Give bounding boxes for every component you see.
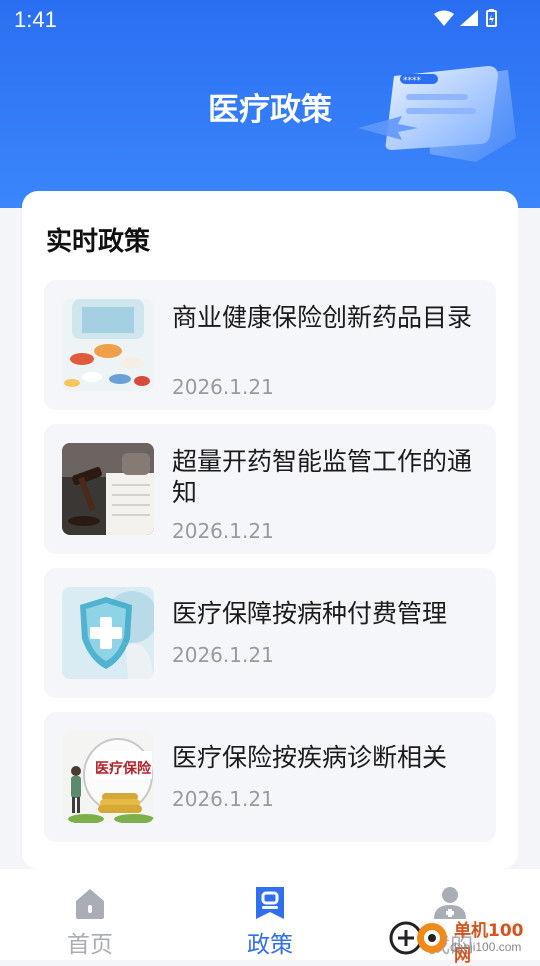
medical-shield-image: [62, 587, 154, 679]
policy-date: 2026.1.21: [172, 375, 274, 399]
policy-date: 2026.1.21: [172, 643, 274, 667]
tab-policy-label: 政策: [247, 932, 293, 958]
policy-item[interactable]: 医疗保障按病种付费管理 2026.1.21: [44, 568, 496, 698]
policy-title: 超量开药智能监管工作的通知: [172, 447, 472, 507]
policy-date: 2026.1.21: [172, 787, 274, 811]
policy-card: 实时政策 商业健康保险创新药品目录 2026.1.21 超量开药智能监管工作的通…: [22, 191, 518, 869]
header-banner: 1:41 医疗政策 ****: [0, 0, 540, 208]
status-time: 1:41: [14, 7, 57, 32]
policy-title: 医疗保险按疾病诊断相关: [172, 743, 448, 772]
status-icons: [434, 9, 497, 27]
signal-icon: [460, 10, 478, 26]
policy-item[interactable]: 商业健康保险创新药品目录 2026.1.21: [44, 280, 496, 410]
wifi-icon: [434, 10, 454, 26]
section-title: 实时政策: [46, 227, 151, 257]
pills-image: [62, 299, 154, 391]
policy-icon: [256, 887, 284, 919]
home-icon: [76, 889, 104, 919]
watermark: 单机100网 danji100.com: [388, 912, 538, 966]
policy-title: 医疗保障按病种付费管理: [172, 599, 448, 628]
svg-text:****: ****: [403, 76, 422, 86]
gavel-image: [62, 443, 154, 535]
tab-home-label: 首页: [67, 932, 113, 958]
policy-title: 商业健康保险创新药品目录: [172, 303, 472, 332]
tab-policy[interactable]: 政策: [180, 869, 360, 960]
policy-date: 2026.1.21: [172, 519, 274, 543]
insurance-coins-image: 医疗保险: [62, 731, 154, 823]
tab-home[interactable]: 首页: [0, 869, 180, 960]
insurance-image-text: 医疗保险: [95, 760, 152, 777]
status-bar: 1:41: [0, 0, 540, 38]
watermark-logo-icon: [389, 921, 447, 955]
policy-item[interactable]: 医疗保险 医疗保险按疾病诊断相关 2026.1.21: [44, 712, 496, 842]
document-illustration-icon: ****: [358, 66, 516, 162]
watermark-url: danji100.com: [450, 940, 522, 954]
policy-item[interactable]: 超量开药智能监管工作的通知 2026.1.21: [44, 424, 496, 554]
